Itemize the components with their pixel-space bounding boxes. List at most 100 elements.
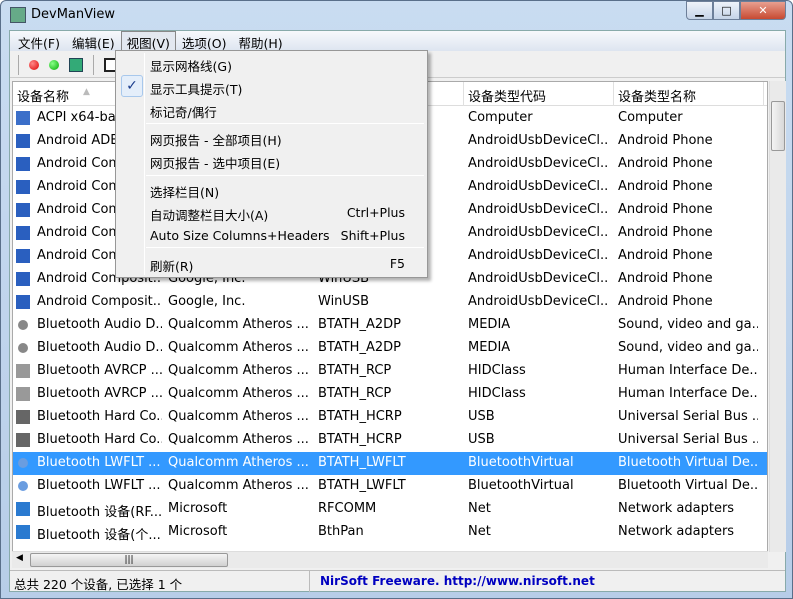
speaker-icon xyxy=(18,320,28,330)
status-count: 总共 220 个设备, 已选择 1 个 xyxy=(10,571,310,592)
toolbar-separator xyxy=(93,54,94,75)
menu-options[interactable]: 选项(O) xyxy=(176,31,233,51)
app-window: DevManView ▁ □ ✕ 文件(F) 编辑(E) 视图(V) 选项(O)… xyxy=(0,0,793,599)
cell: BTATH_RCP xyxy=(318,363,392,378)
device-properties-icon[interactable] xyxy=(69,57,83,72)
menu-view[interactable]: 视图(V) xyxy=(120,31,176,51)
cell: Bluetooth AVRCP ... xyxy=(37,363,162,378)
menu-item-label: 网页报告 - 全部项目(H) xyxy=(150,133,282,148)
column-header-device-type-code[interactable]: 设备类型代码 xyxy=(468,86,546,105)
speaker-icon xyxy=(18,343,28,353)
table-row[interactable]: Bluetooth Audio D... Qualcomm Atheros ...… xyxy=(13,337,767,360)
menu-item[interactable]: 选择栏目(N) xyxy=(118,179,425,201)
cell: Bluetooth Virtual De... xyxy=(618,455,758,470)
column-header-device-name[interactable]: 设备名称 xyxy=(17,86,69,105)
table-row[interactable]: Bluetooth 设备(RF... Microsoft RFCOMM Net Netw… xyxy=(13,498,767,521)
menu-item-shortcut: Ctrl+Plus xyxy=(346,205,405,220)
table-row[interactable]: Bluetooth AVRCP ... Qualcomm Atheros ... B… xyxy=(13,383,767,406)
menu-item[interactable]: 网页报告 - 全部项目(H) xyxy=(118,127,425,149)
cell: MEDIA xyxy=(468,317,511,332)
device-icon xyxy=(16,134,30,148)
table-row[interactable]: Bluetooth Audio D... Qualcomm Atheros ...… xyxy=(13,314,767,337)
maximize-button[interactable]: □ xyxy=(713,1,740,20)
table-row[interactable]: Bluetooth Hard Co... Qualcomm Atheros ...… xyxy=(13,429,767,452)
cell: Bluetooth LWFLT ... xyxy=(37,455,161,470)
cell: HIDClass xyxy=(468,363,526,378)
menu-item[interactable]: 显示网格线(G) xyxy=(118,53,425,75)
cell: Android Phone xyxy=(618,294,713,309)
cell: Qualcomm Atheros ... xyxy=(168,478,308,493)
cell: Human Interface De... xyxy=(618,363,758,378)
device-icon xyxy=(16,180,30,194)
menu-item-shortcut: F5 xyxy=(389,256,405,271)
cell: Microsoft xyxy=(168,524,228,539)
table-row[interactable]: Bluetooth LWFLT ... Qualcomm Atheros ... B… xyxy=(13,452,767,475)
menu-separator xyxy=(146,123,424,124)
menu-item[interactable]: Auto Size Columns+Headers Shift+Plus xyxy=(118,225,425,247)
menu-item-label: 选择栏目(N) xyxy=(150,185,220,200)
menu-item[interactable]: ✓ 显示工具提示(T) xyxy=(118,75,425,98)
cell: Microsoft xyxy=(168,501,228,516)
cell: BTATH_A2DP xyxy=(318,317,401,332)
cell: Bluetooth 设备(RF... xyxy=(37,505,162,520)
menu-item-label: 显示工具提示(T) xyxy=(150,82,243,97)
cell: Qualcomm Atheros ... xyxy=(168,386,308,401)
toolbar-separator xyxy=(18,54,19,75)
horizontal-scrollbar[interactable]: ◀ ||| xyxy=(12,551,768,568)
menu-item-label: 显示网格线(G) xyxy=(150,59,232,74)
table-row[interactable]: Bluetooth 设备(个... Microsoft BthPan Net Netwo… xyxy=(13,521,767,544)
status-bar: 总共 220 个设备, 已选择 1 个 NirSoft Freeware. ht… xyxy=(10,570,785,592)
cell: BTATH_LWFLT xyxy=(318,478,406,493)
minimize-button[interactable]: ▁ xyxy=(686,1,713,20)
horizontal-scroll-thumb[interactable]: ||| xyxy=(30,553,228,567)
cell: Bluetooth Hard Co... xyxy=(37,409,162,424)
cell: Bluetooth Hard Co... xyxy=(37,432,162,447)
cell: BTATH_HCRP xyxy=(318,432,402,447)
cell: Android Phone xyxy=(618,271,713,286)
nirsoft-link[interactable]: NirSoft Freeware. http://www.nirsoft.net xyxy=(310,571,605,592)
menu-edit[interactable]: 编辑(E) xyxy=(66,31,121,51)
menu-item[interactable]: 标记奇/偶行 xyxy=(118,99,425,121)
column-header-device-type-name[interactable]: 设备类型名称 xyxy=(618,86,696,105)
cell: WinUSB xyxy=(318,294,370,309)
table-row[interactable]: Bluetooth LWFLT ... Qualcomm Atheros ... B… xyxy=(13,475,767,498)
network-icon xyxy=(16,502,30,516)
bluetooth-icon xyxy=(18,458,28,468)
vertical-scroll-thumb[interactable] xyxy=(771,101,785,151)
cell: Google, Inc. xyxy=(168,294,246,309)
sort-arrow-icon: ▲ xyxy=(83,87,90,97)
table-row[interactable]: Bluetooth Hard Co... Qualcomm Atheros ...… xyxy=(13,406,767,429)
cell: AndroidUsbDeviceCl... xyxy=(468,225,608,240)
cell: HIDClass xyxy=(468,386,526,401)
vertical-scrollbar[interactable] xyxy=(769,81,786,552)
cell: AndroidUsbDeviceCl... xyxy=(468,294,608,309)
usb-icon xyxy=(16,433,30,447)
hid-icon xyxy=(16,387,30,401)
cell: USB xyxy=(468,409,495,424)
cell: BTATH_LWFLT xyxy=(318,455,406,470)
menu-file[interactable]: 文件(F) xyxy=(12,31,66,51)
cell: Computer xyxy=(468,110,533,125)
usb-icon xyxy=(16,410,30,424)
cell: Bluetooth LWFLT ... xyxy=(37,478,161,493)
cell: USB xyxy=(468,432,495,447)
menu-item[interactable]: 刷新(R) F5 xyxy=(118,253,425,275)
cell: Bluetooth Audio D... xyxy=(37,317,162,332)
close-button[interactable]: ✕ xyxy=(740,1,786,20)
cell: Android Composit... xyxy=(37,294,162,309)
device-icon xyxy=(16,226,30,240)
disable-device-icon[interactable] xyxy=(29,59,39,70)
menu-help[interactable]: 帮助(H) xyxy=(233,31,289,51)
cell: Network adapters xyxy=(618,524,735,539)
menu-item[interactable]: 网页报告 - 选中项目(E) xyxy=(118,150,425,172)
cell: Net xyxy=(468,501,491,516)
enable-device-icon[interactable] xyxy=(49,59,59,70)
table-row[interactable]: Bluetooth AVRCP ... Qualcomm Atheros ... B… xyxy=(13,360,767,383)
menu-item[interactable]: 自动调整栏目大小(A) Ctrl+Plus xyxy=(118,202,425,224)
cell: Sound, video and ga... xyxy=(618,340,758,355)
cell: Android Phone xyxy=(618,248,713,263)
cell: Qualcomm Atheros ... xyxy=(168,363,308,378)
cell: MEDIA xyxy=(468,340,511,355)
cell: Computer xyxy=(618,110,683,125)
table-row[interactable]: Android Composit... Google, Inc. WinUSB And… xyxy=(13,291,767,314)
